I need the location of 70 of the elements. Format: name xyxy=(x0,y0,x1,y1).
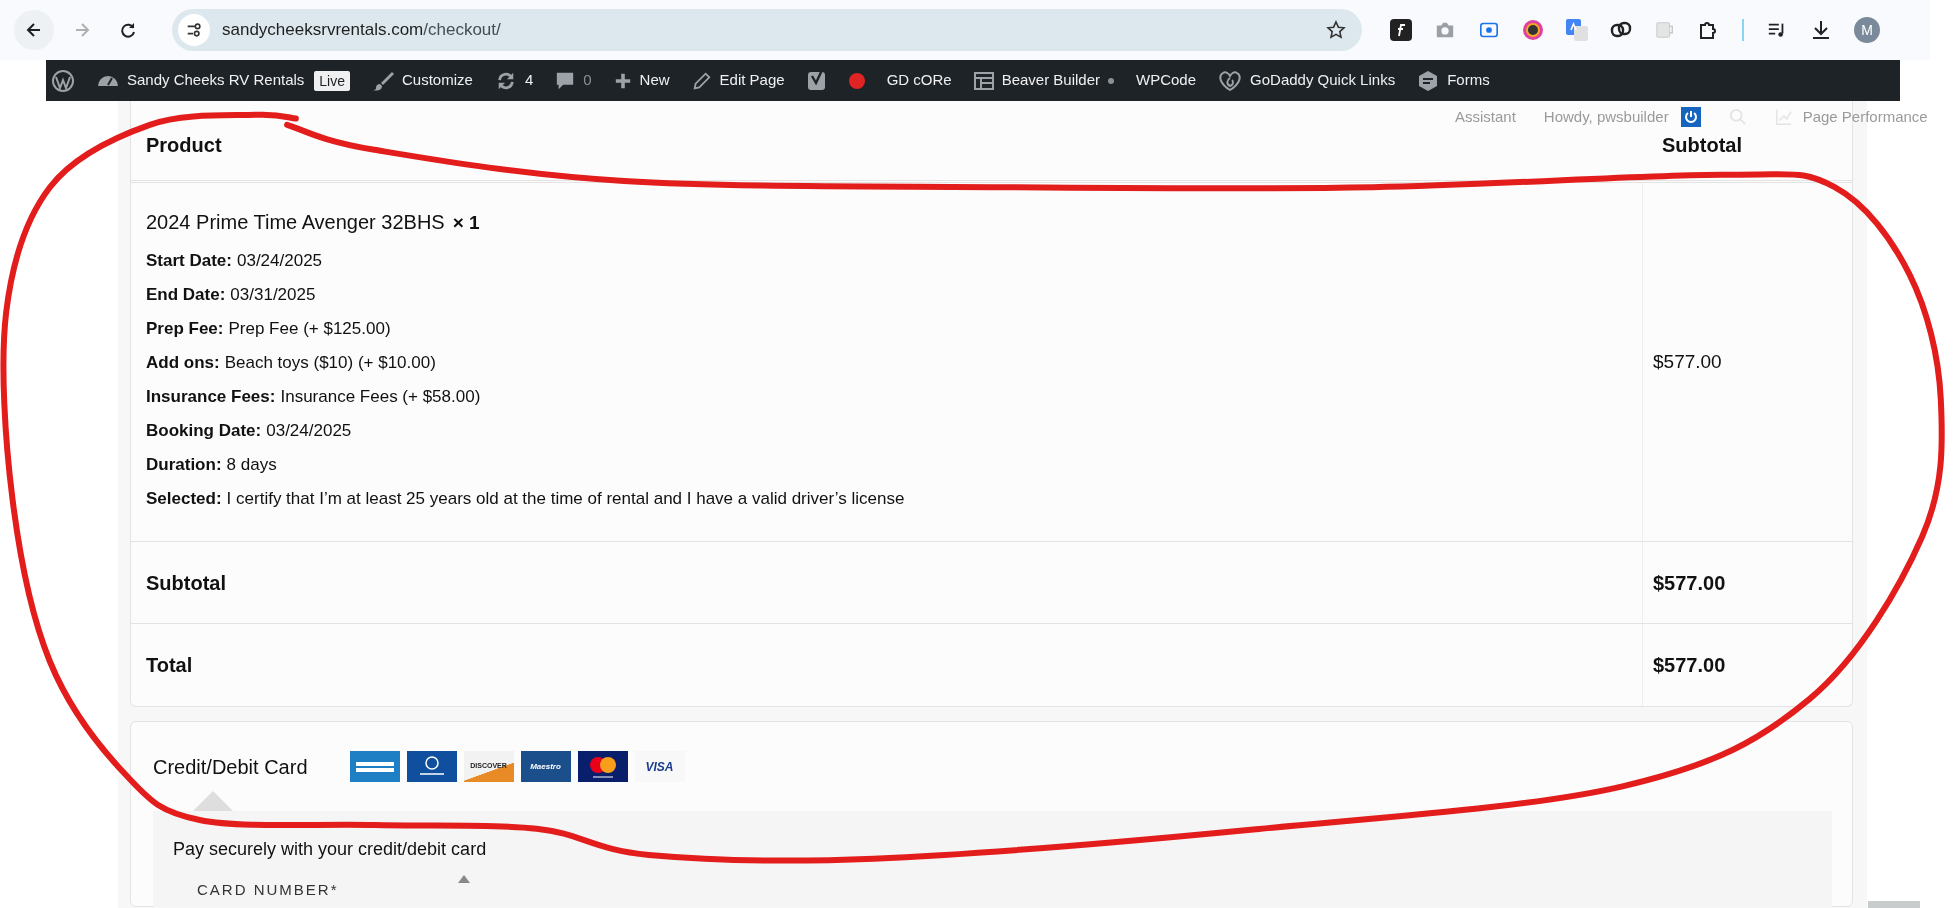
power-icon[interactable] xyxy=(1680,107,1701,128)
address-bar[interactable]: sandycheeksrvrentals.com/checkout/ xyxy=(172,9,1362,51)
bookmark-star-icon[interactable] xyxy=(1326,20,1346,40)
screen-record-icon[interactable] xyxy=(1478,21,1500,39)
visa-card-logo: VISA xyxy=(634,751,685,782)
url-text: sandycheeksrvrentals.com/checkout/ xyxy=(222,19,501,42)
pointer-triangle xyxy=(193,791,233,811)
back-button[interactable] xyxy=(14,10,54,50)
meta-label: Insurance Fees: xyxy=(146,385,276,408)
meta-label: Start Date: xyxy=(146,249,232,272)
maestro-card-logo: Maestro xyxy=(520,751,571,782)
meta-label: Duration: xyxy=(146,453,222,476)
profile-avatar[interactable]: M xyxy=(1854,17,1880,43)
brush-icon xyxy=(372,69,394,92)
download-icon[interactable] xyxy=(1810,19,1832,41)
meta-label: Add ons: xyxy=(146,351,220,374)
meta-label: Prep Fee: xyxy=(146,317,224,340)
admin-bar-link[interactable]: Forms xyxy=(1447,69,1490,92)
product-quantity: × 1 xyxy=(452,211,480,235)
meta-value: 03/24/2025 xyxy=(236,249,323,272)
total-value: $577.00 xyxy=(1653,653,1726,678)
line-subtotal: $577.00 xyxy=(1653,349,1722,374)
total-label: Total xyxy=(146,654,193,676)
meta-label: Selected: xyxy=(146,487,222,510)
comment-icon xyxy=(555,70,576,91)
diners-card-logo xyxy=(406,751,457,782)
total-label: Subtotal xyxy=(146,571,226,594)
admin-bar-link[interactable]: New xyxy=(639,69,670,92)
formula-extension-icon[interactable] xyxy=(1390,19,1412,41)
live-badge: Live xyxy=(314,70,350,91)
meta-value: Beach toys ($10) (+ $10.00) xyxy=(224,351,436,374)
pencil-icon xyxy=(691,70,712,91)
meta-value: 03/24/2025 xyxy=(266,419,352,442)
amex-card-logo xyxy=(349,751,400,782)
scroll-arrow-icon[interactable] xyxy=(456,874,471,885)
column-header: Product xyxy=(146,133,222,158)
total-value: $577.00 xyxy=(1653,570,1726,596)
scrollbar-thumb[interactable] xyxy=(1868,901,1920,908)
translate-icon[interactable] xyxy=(1566,19,1588,41)
meta-value: 03/31/2025 xyxy=(230,283,316,306)
admin-bar-link[interactable]: Beaver Builder xyxy=(1001,69,1101,92)
admin-bar-link[interactable]: GD cORe xyxy=(886,69,952,92)
admin-bar-link[interactable]: GoDaddy Quick Links xyxy=(1250,69,1396,92)
dashboard-icon xyxy=(97,74,119,87)
forms-icon xyxy=(1417,69,1440,92)
product-name: 2024 Prime Time Avenger 32BHS xyxy=(146,210,445,235)
meta-label: End Date: xyxy=(146,283,226,306)
column-header: Subtotal xyxy=(1662,133,1742,158)
payment-description: Pay securely with your credit/debit card xyxy=(173,838,488,861)
admin-bar-link[interactable]: Customize xyxy=(402,69,473,92)
plus-icon xyxy=(613,71,632,90)
admin-bar-link[interactable]: 4 xyxy=(524,69,534,92)
card-number-label: CARD NUMBER* xyxy=(197,880,339,900)
meta-value: Prep Fee (+ $125.00) xyxy=(228,317,391,340)
wordpress-logo-icon[interactable] xyxy=(51,68,75,93)
meta-value: I certify that I’m at least 25 years old at the time of rental and I have a valid driver’s license xyxy=(226,487,905,510)
admin-bar-link[interactable]: Edit Page xyxy=(719,69,785,92)
mastercard-card-logo xyxy=(577,751,628,782)
meta-value: 8 days xyxy=(226,453,277,476)
color-picker-icon[interactable] xyxy=(1522,19,1544,41)
admin-bar-link[interactable]: Sandy Cheeks RV Rentals xyxy=(127,69,305,92)
meta-label: Booking Date: xyxy=(146,419,262,442)
meta-value: Insurance Fees (+ $58.00) xyxy=(280,385,481,408)
payment-method-label[interactable]: Credit/Debit Card xyxy=(153,751,308,782)
status-dot-icon xyxy=(848,72,865,89)
site-info-icon[interactable] xyxy=(178,14,210,46)
admin-bar-link[interactable]: 0 xyxy=(583,69,592,92)
admin-bar-link[interactable]: WPCode xyxy=(1136,69,1197,92)
godaddy-logo-icon xyxy=(1218,69,1243,92)
layout-grid-icon xyxy=(973,70,994,91)
